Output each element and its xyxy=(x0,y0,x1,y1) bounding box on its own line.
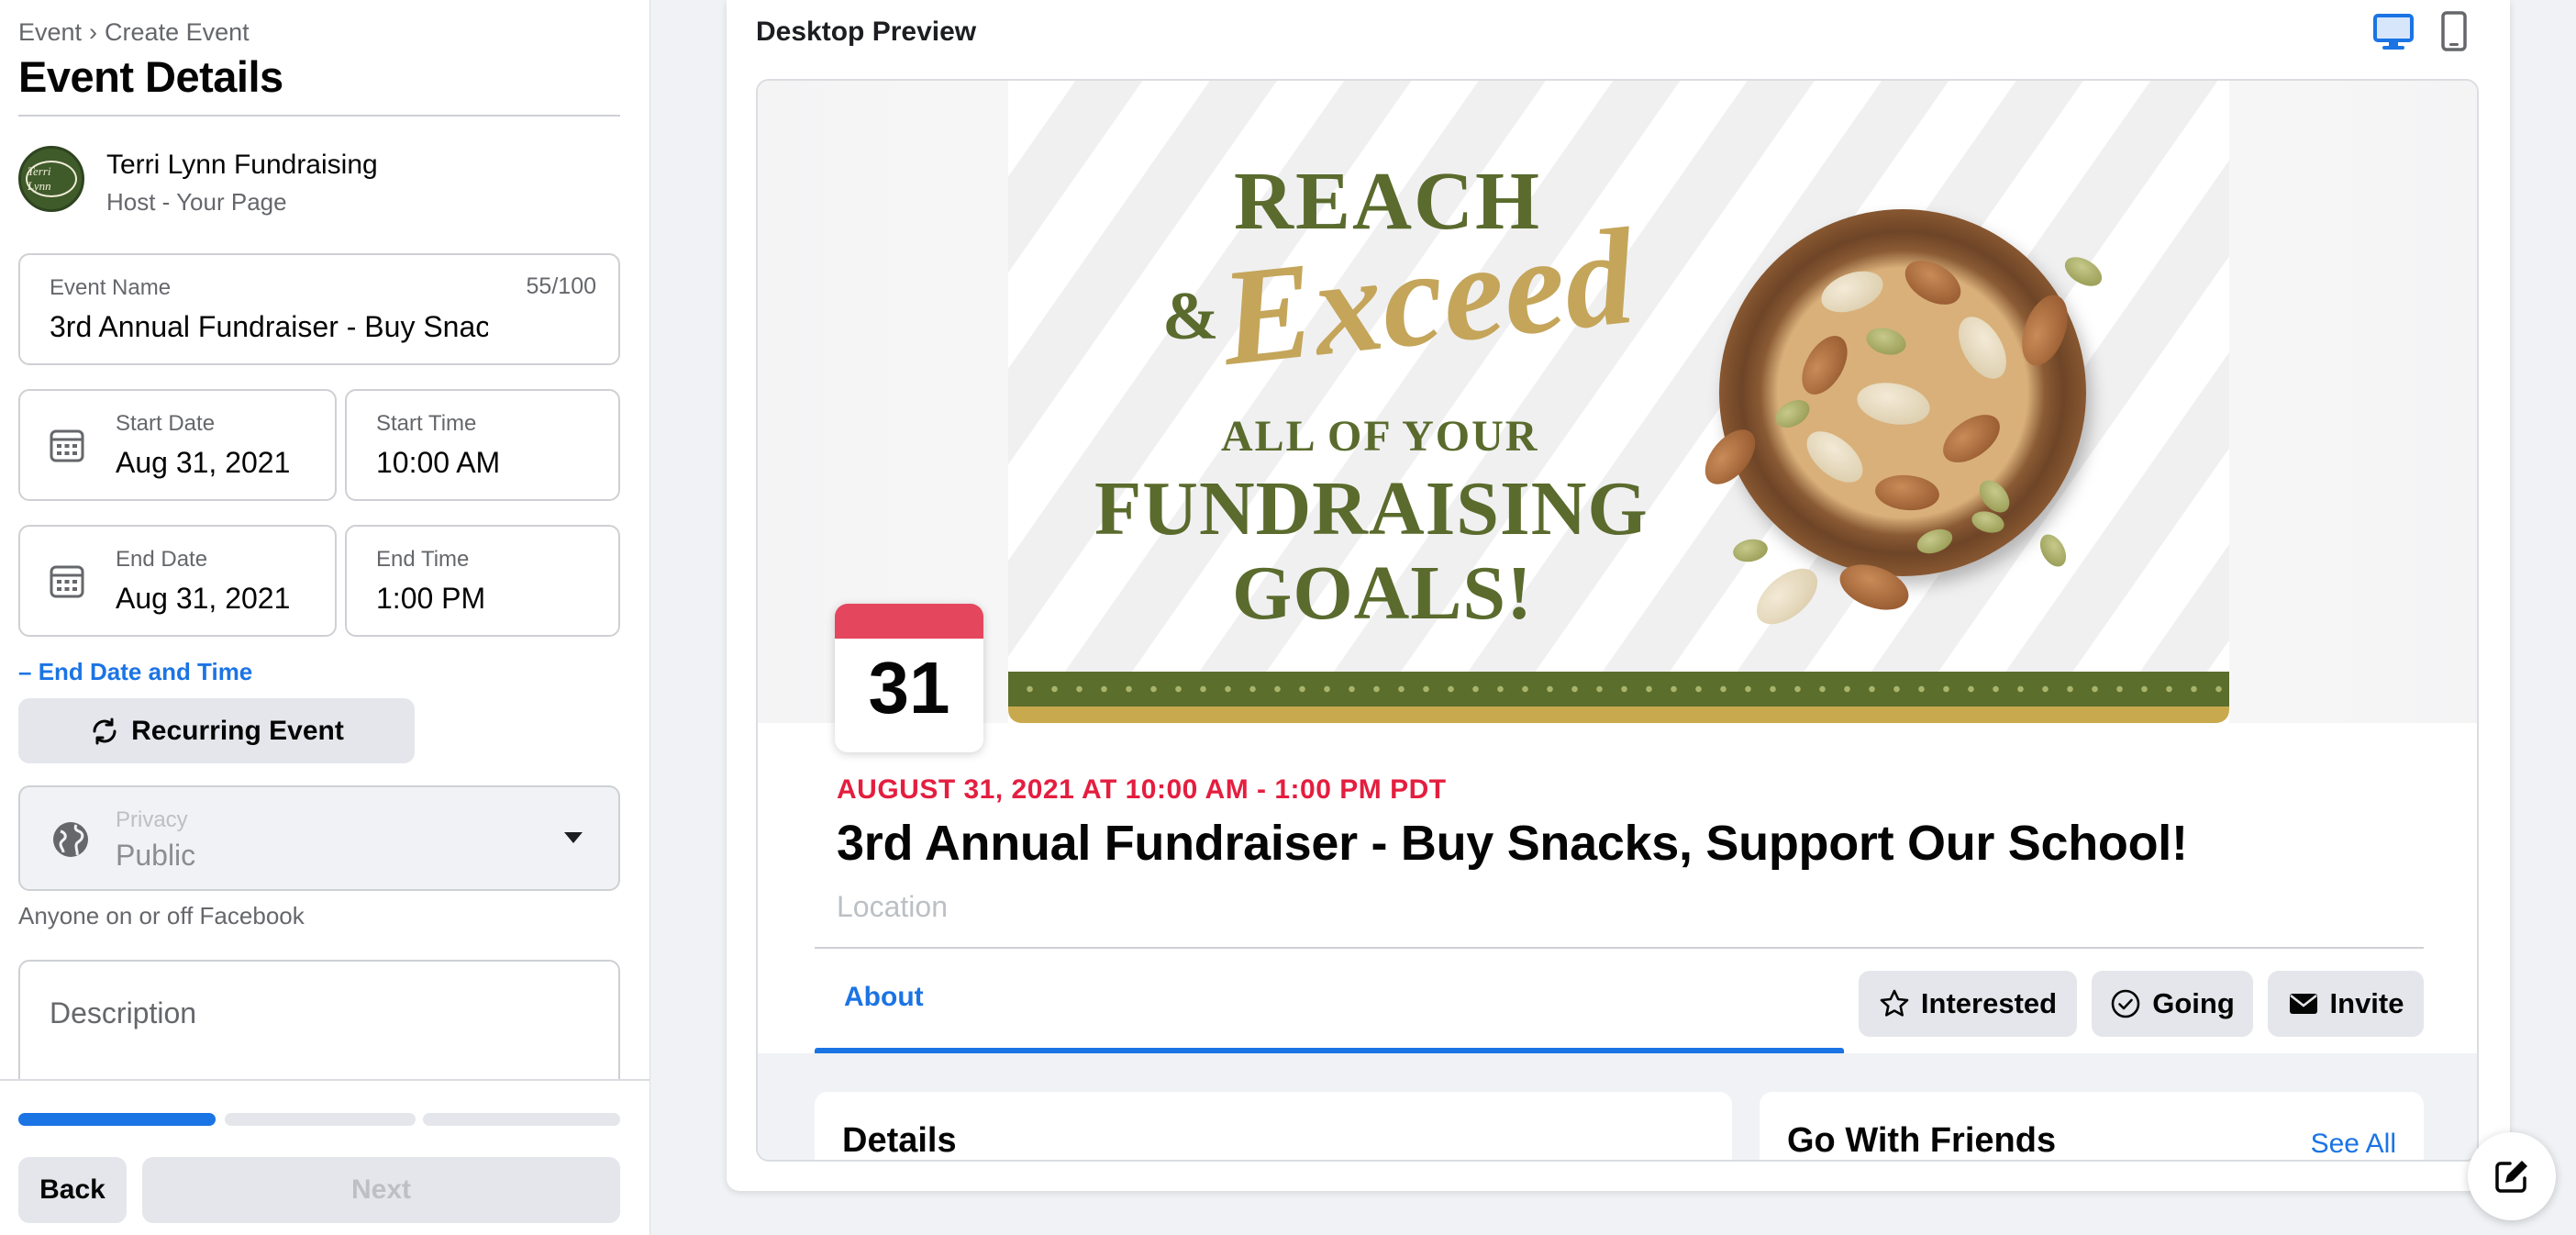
divider xyxy=(815,947,2424,949)
nut-bowl-image xyxy=(1719,209,2086,576)
end-time-label: End Time xyxy=(376,547,470,572)
tab-about-label: About xyxy=(844,982,924,1012)
going-button[interactable]: Going xyxy=(2092,971,2253,1037)
repeat-icon xyxy=(93,718,117,744)
start-date-label: Start Date xyxy=(116,411,216,436)
event-details-panel: Event › Create Event Event Details Terri L… xyxy=(0,0,650,1235)
invite-button[interactable]: Invite xyxy=(2268,971,2424,1037)
calendar-date-badge: 31 xyxy=(835,604,983,752)
event-preview-panel: Desktop Preview REACH & Exceed ALL OF YO… xyxy=(727,0,2510,1191)
loose-pepita xyxy=(2035,529,2071,572)
start-time-label: Start Time xyxy=(376,411,477,436)
star-icon xyxy=(1880,989,1909,1017)
footer-bar: Back Next xyxy=(0,1079,650,1235)
loose-pepita xyxy=(1731,536,1770,565)
privacy-select[interactable]: Privacy Public xyxy=(18,785,620,891)
cover-text-fundraising: FUNDRAISING xyxy=(1094,466,1649,551)
see-all-link[interactable]: See All xyxy=(2311,1129,2396,1160)
envelope-icon xyxy=(2289,994,2317,1014)
back-button[interactable]: Back xyxy=(18,1157,127,1223)
calendar-icon xyxy=(50,429,84,462)
interested-label: Interested xyxy=(1920,987,2058,1019)
progress-step-2 xyxy=(225,1113,416,1126)
caret-down-icon xyxy=(564,832,583,843)
preview-label: Desktop Preview xyxy=(756,17,977,47)
event-title: 3rd Annual Fundraiser - Buy Snacks, Supp… xyxy=(837,816,2188,871)
end-date-label: End Date xyxy=(116,547,208,572)
going-label: Going xyxy=(2152,987,2235,1019)
host-name: Terri Lynn Fundraising xyxy=(106,150,378,180)
loose-cashew xyxy=(1746,558,1828,635)
event-preview-card: REACH & Exceed ALL OF YOUR FUNDRAISING G… xyxy=(756,79,2479,1162)
event-date-line: AUGUST 31, 2021 AT 10:00 AM - 1:00 PM PD… xyxy=(837,774,1447,805)
description-field[interactable]: Description xyxy=(18,960,620,1097)
host-logo-text: Terri Lynn xyxy=(26,161,77,197)
end-date-time-label: End Date and Time xyxy=(38,658,253,685)
event-name-counter: 55/100 xyxy=(526,273,596,299)
cover-text-amp: & xyxy=(1162,279,1219,354)
cover-gold-band xyxy=(1008,707,2229,723)
progress-step-1 xyxy=(18,1113,216,1126)
privacy-label: Privacy xyxy=(116,807,188,832)
end-time-field[interactable]: End Time 1:00 PM xyxy=(345,525,620,637)
desktop-icon[interactable] xyxy=(2372,13,2415,51)
end-date-field[interactable]: End Date Aug 31, 2021 xyxy=(18,525,337,637)
host-subtitle: Host - Your Page xyxy=(106,188,287,216)
start-date-value[interactable]: Aug 31, 2021 xyxy=(116,446,290,480)
compose-button[interactable] xyxy=(2468,1132,2556,1220)
go-with-friends-heading: Go With Friends xyxy=(1787,1121,2057,1160)
loose-pepita xyxy=(2060,250,2107,293)
page-title: Event Details xyxy=(18,52,283,101)
privacy-value: Public xyxy=(116,839,196,872)
event-location: Location xyxy=(837,890,948,923)
calendar-day: 31 xyxy=(868,647,950,729)
recurring-event-label: Recurring Event xyxy=(131,715,344,746)
start-time-value[interactable]: 10:00 AM xyxy=(376,446,500,480)
next-button[interactable]: Next xyxy=(142,1157,620,1223)
details-heading: Details xyxy=(842,1121,957,1160)
host-avatar: Terri Lynn xyxy=(18,146,84,212)
breadcrumb-create-event: Create Event xyxy=(105,18,250,46)
end-date-value[interactable]: Aug 31, 2021 xyxy=(116,582,290,616)
check-circle-icon xyxy=(2111,989,2140,1018)
cover-green-band xyxy=(1008,672,2229,707)
mobile-icon[interactable] xyxy=(2440,11,2468,51)
privacy-note: Anyone on or off Facebook xyxy=(18,902,305,929)
start-time-field[interactable]: Start Time 10:00 AM xyxy=(345,389,620,501)
go-with-friends-card: Go With Friends See All xyxy=(1760,1092,2424,1160)
details-card: Details xyxy=(815,1092,1732,1160)
breadcrumb-separator: › xyxy=(89,18,98,46)
event-name-input[interactable]: 3rd Annual Fundraiser - Buy Snac xyxy=(50,310,488,344)
tab-about[interactable]: About xyxy=(815,951,1844,1053)
breadcrumb: Event › Create Event xyxy=(18,18,250,47)
interested-button[interactable]: Interested xyxy=(1859,971,2077,1037)
cover-text-all-of-your: ALL OF YOUR xyxy=(1221,412,1539,461)
globe-icon xyxy=(53,822,88,857)
calendar-badge-header xyxy=(835,604,983,639)
invite-label: Invite xyxy=(2329,987,2404,1019)
calendar-icon xyxy=(50,565,84,598)
cover-photo: REACH & Exceed ALL OF YOUR FUNDRAISING G… xyxy=(1008,81,2229,723)
end-date-time-toggle[interactable]: – End Date and Time xyxy=(18,658,252,686)
end-time-value[interactable]: 1:00 PM xyxy=(376,582,485,616)
event-name-field[interactable]: Event Name 55/100 3rd Annual Fundraiser … xyxy=(18,253,620,365)
edit-icon xyxy=(2495,1161,2527,1193)
divider xyxy=(18,115,620,117)
event-name-label: Event Name xyxy=(50,275,172,300)
breadcrumb-event[interactable]: Event xyxy=(18,18,82,46)
recurring-event-button[interactable]: Recurring Event xyxy=(18,698,415,763)
minus-icon: – xyxy=(18,658,32,685)
start-date-field[interactable]: Start Date Aug 31, 2021 xyxy=(18,389,337,501)
progress-step-3 xyxy=(423,1113,620,1126)
cover-text-goals: GOALS! xyxy=(1232,551,1534,636)
description-placeholder: Description xyxy=(50,996,197,1029)
